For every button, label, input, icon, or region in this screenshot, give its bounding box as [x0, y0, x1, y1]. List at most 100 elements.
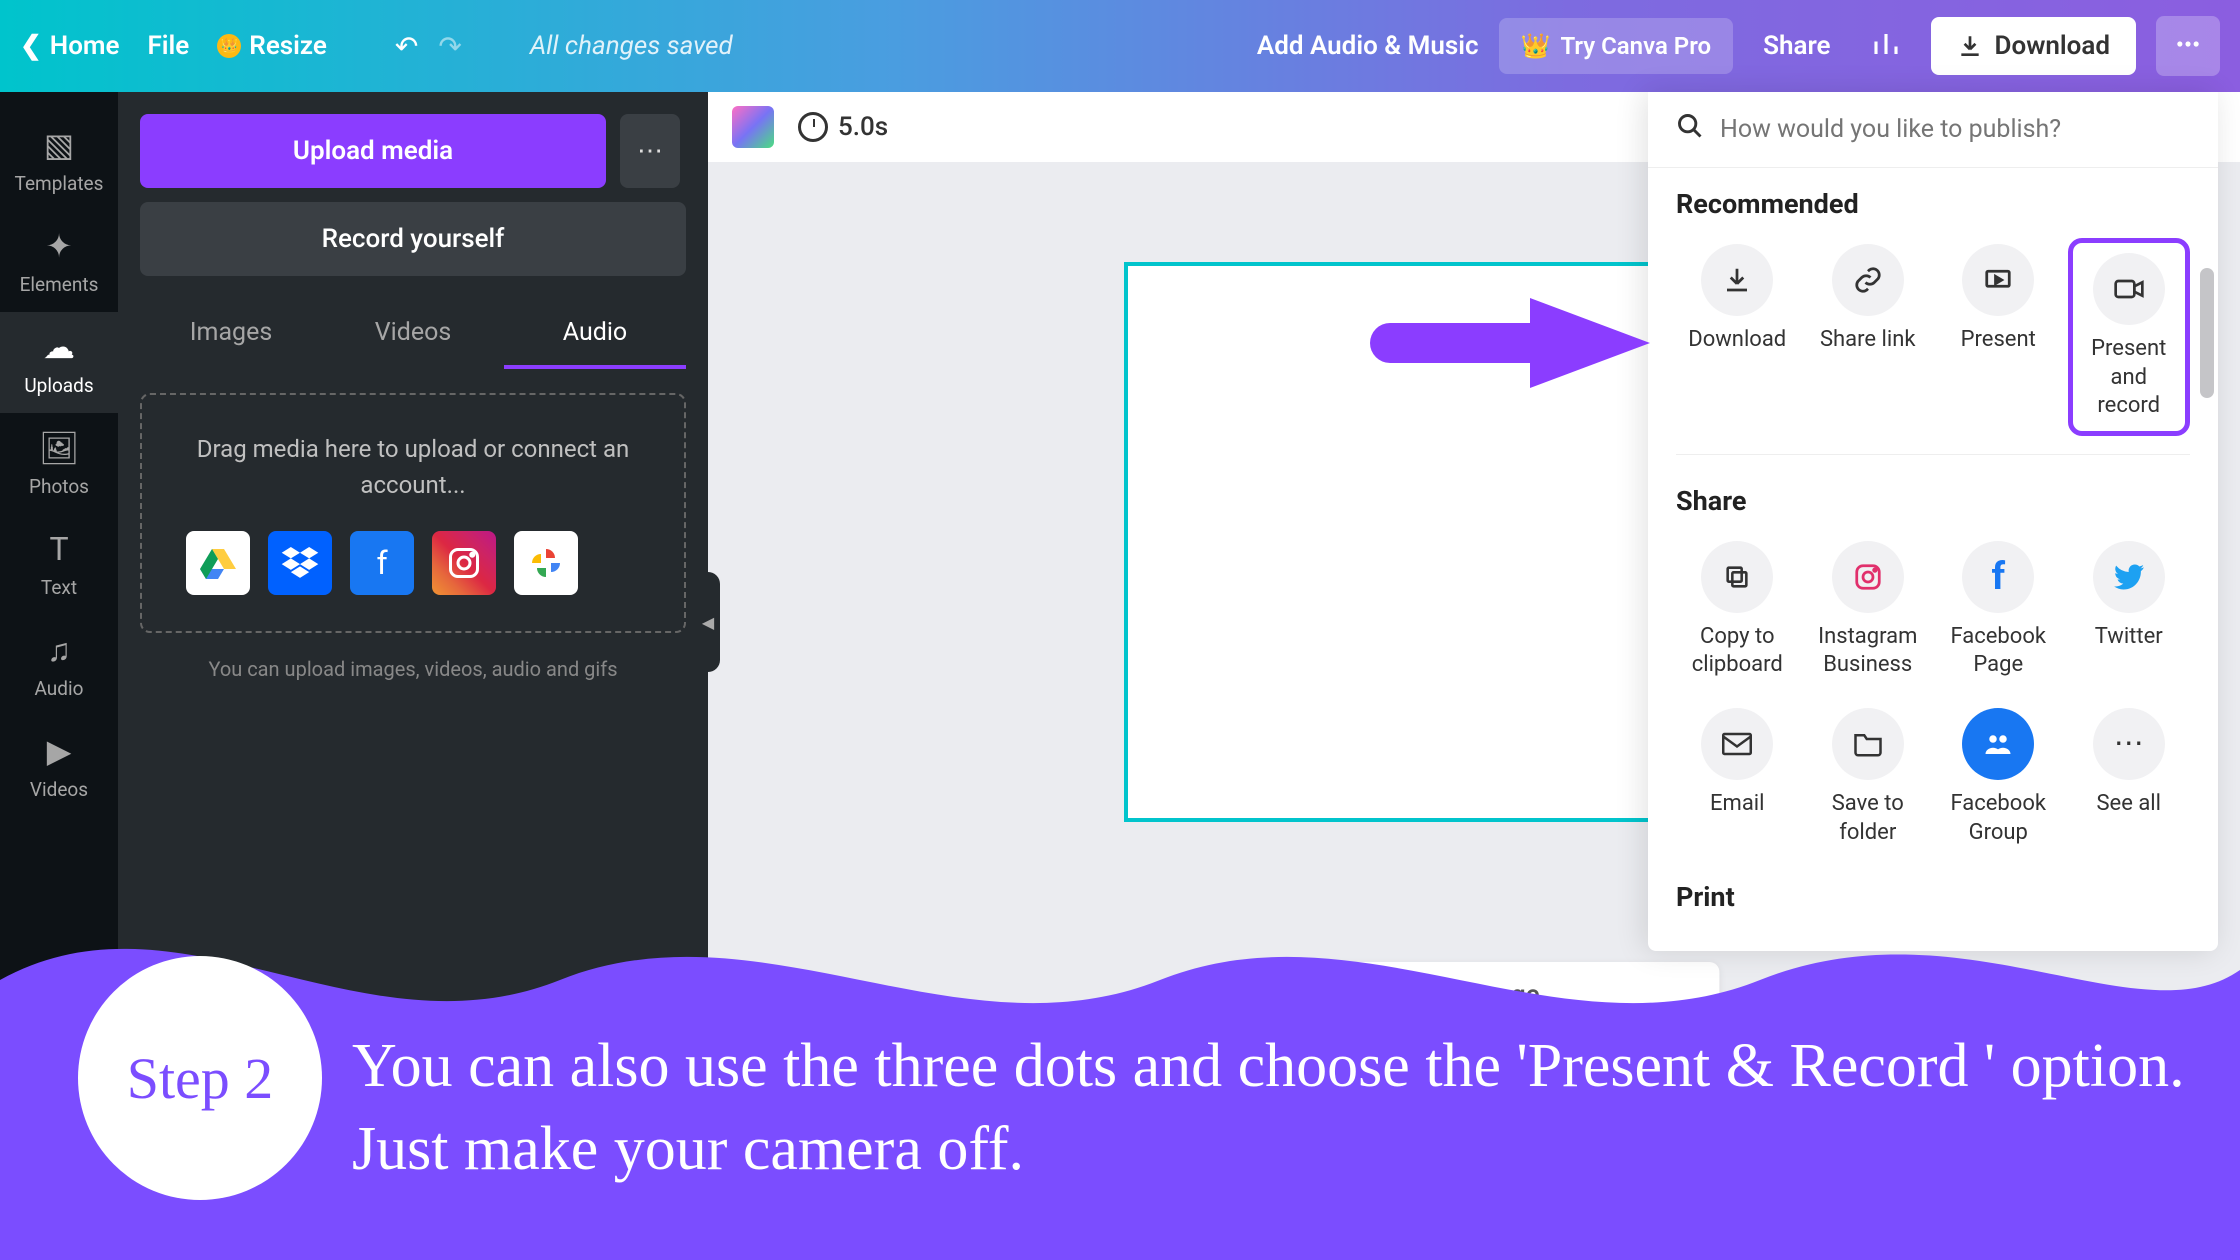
option-facebook-group[interactable]: Facebook Group — [1937, 702, 2060, 853]
rail-label: Videos — [30, 778, 88, 801]
instagram-icon[interactable] — [432, 531, 496, 595]
templates-icon: ▧ — [44, 126, 74, 164]
dropzone-text: Drag media here to upload or connect an … — [166, 431, 660, 503]
rail-videos[interactable]: ▶ Videos — [0, 716, 118, 817]
chevron-left-icon: ❮ — [20, 31, 42, 61]
file-button[interactable]: File — [148, 31, 190, 61]
dropbox-icon[interactable] — [268, 531, 332, 595]
videos-icon: ▶ — [47, 732, 72, 770]
facebook-icon[interactable]: f — [350, 531, 414, 595]
google-photos-icon[interactable] — [514, 531, 578, 595]
email-icon — [1701, 708, 1773, 780]
rail-audio[interactable]: ♫ Audio — [0, 615, 118, 716]
step-text: You can also use the three dots and choo… — [352, 1025, 2220, 1192]
option-share-link[interactable]: Share link — [1807, 238, 1930, 436]
opt-label: Share link — [1820, 326, 1916, 355]
try-canva-pro-button[interactable]: 👑 Try Canva Pro — [1499, 18, 1734, 74]
option-facebook-page[interactable]: f Facebook Page — [1937, 535, 2060, 686]
opt-label: Facebook Page — [1943, 623, 2054, 680]
rail-label: Audio — [35, 677, 84, 700]
resize-label: Resize — [249, 31, 327, 61]
more-options-icon[interactable] — [2156, 16, 2220, 76]
option-save-folder[interactable]: Save to folder — [1807, 702, 1930, 853]
annotation-arrow — [1370, 288, 1650, 398]
copy-icon — [1701, 541, 1773, 613]
crown-icon: 👑 — [1521, 32, 1551, 60]
opt-label: See all — [2096, 790, 2161, 819]
publish-search-input[interactable] — [1720, 115, 2190, 144]
opt-label: Download — [1688, 326, 1786, 355]
share-button[interactable]: Share — [1753, 31, 1840, 61]
opt-label: Copy to clipboard — [1682, 623, 1793, 680]
home-label: Home — [50, 31, 120, 61]
try-pro-label: Try Canva Pro — [1560, 32, 1711, 60]
opt-label: Save to folder — [1813, 790, 1924, 847]
option-present-and-record[interactable]: Present and record — [2068, 238, 2191, 436]
audio-icon: ♫ — [47, 631, 71, 669]
clock-icon — [798, 112, 828, 142]
scrollbar-thumb[interactable] — [2200, 268, 2214, 398]
upload-dropzone[interactable]: Drag media here to upload or connect an … — [140, 393, 686, 633]
folder-icon — [1832, 708, 1904, 780]
opt-label: Present — [1961, 326, 2036, 355]
recommended-title: Recommended — [1676, 188, 2190, 220]
more-icon: ⋯ — [2093, 708, 2165, 780]
slide-duration[interactable]: 5.0s — [798, 112, 888, 142]
rail-label: Templates — [15, 172, 104, 195]
share-grid-2: Email Save to folder Facebook Group ⋯ Se… — [1676, 702, 2190, 853]
background-color-swatch[interactable] — [732, 106, 774, 148]
undo-icon[interactable]: ↶ — [395, 30, 418, 63]
facebook-icon: f — [1962, 541, 2034, 613]
recommended-section: Recommended Download Share link Present — [1648, 168, 2218, 444]
opt-label: Facebook Group — [1943, 790, 2054, 847]
topbar-right: Add Audio & Music 👑 Try Canva Pro Share … — [1257, 16, 2220, 76]
text-icon: T — [49, 530, 68, 568]
google-drive-icon[interactable] — [186, 531, 250, 595]
tab-videos[interactable]: Videos — [322, 300, 504, 369]
rail-elements[interactable]: ✦ Elements — [0, 211, 118, 312]
record-yourself-button[interactable]: Record yourself — [140, 202, 686, 276]
topbar-left: ❮ Home File 👑 Resize ↶ ↷ All changes sav… — [20, 30, 733, 63]
upload-media-button[interactable]: Upload media — [140, 114, 606, 188]
share-title: Share — [1676, 485, 2190, 517]
search-icon — [1676, 112, 1704, 147]
step-badge: Step 2 — [78, 956, 322, 1200]
home-button[interactable]: ❮ Home — [20, 31, 120, 61]
option-see-all[interactable]: ⋯ See all — [2068, 702, 2191, 853]
duration-value: 5.0s — [838, 112, 888, 142]
instagram-icon — [1832, 541, 1904, 613]
rail-uploads[interactable]: ☁ Uploads — [0, 312, 118, 413]
opt-label: Present and record — [2077, 335, 2182, 421]
redo-icon[interactable]: ↷ — [438, 30, 461, 63]
upload-more-icon[interactable]: ⋯ — [620, 114, 680, 188]
saved-status: All changes saved — [530, 31, 733, 61]
tab-audio[interactable]: Audio — [504, 300, 686, 369]
resize-button[interactable]: 👑 Resize — [217, 31, 327, 61]
insights-icon[interactable] — [1861, 19, 1911, 73]
add-audio-music-button[interactable]: Add Audio & Music — [1257, 31, 1479, 61]
option-twitter[interactable]: Twitter — [2068, 535, 2191, 686]
option-copy-clipboard[interactable]: Copy to clipboard — [1676, 535, 1799, 686]
rail-label: Elements — [20, 273, 99, 296]
upload-tabs: Images Videos Audio — [140, 300, 686, 369]
option-instagram-business[interactable]: Instagram Business — [1807, 535, 1930, 686]
crown-icon: 👑 — [217, 34, 241, 58]
tab-images[interactable]: Images — [140, 300, 322, 369]
rail-text[interactable]: T Text — [0, 514, 118, 615]
option-email[interactable]: Email — [1676, 702, 1799, 853]
download-button[interactable]: Download — [1931, 17, 2136, 75]
share-grid-1: Copy to clipboard Instagram Business f F… — [1676, 535, 2190, 686]
facebook-group-icon — [1962, 708, 2034, 780]
opt-label: Instagram Business — [1813, 623, 1924, 680]
rail-photos[interactable]: 🖼 Photos — [0, 413, 118, 514]
download-label: Download — [1995, 31, 2110, 61]
collapse-panel-handle[interactable]: ◀ — [696, 572, 720, 672]
option-download[interactable]: Download — [1676, 238, 1799, 436]
opt-label: Email — [1710, 790, 1764, 819]
download-icon — [1701, 244, 1773, 316]
present-record-icon — [2093, 253, 2165, 325]
option-present[interactable]: Present — [1937, 238, 2060, 436]
rail-templates[interactable]: ▧ Templates — [0, 110, 118, 211]
upload-row: Upload media ⋯ — [140, 114, 686, 188]
publish-panel: Recommended Download Share link Present — [1648, 92, 2218, 951]
